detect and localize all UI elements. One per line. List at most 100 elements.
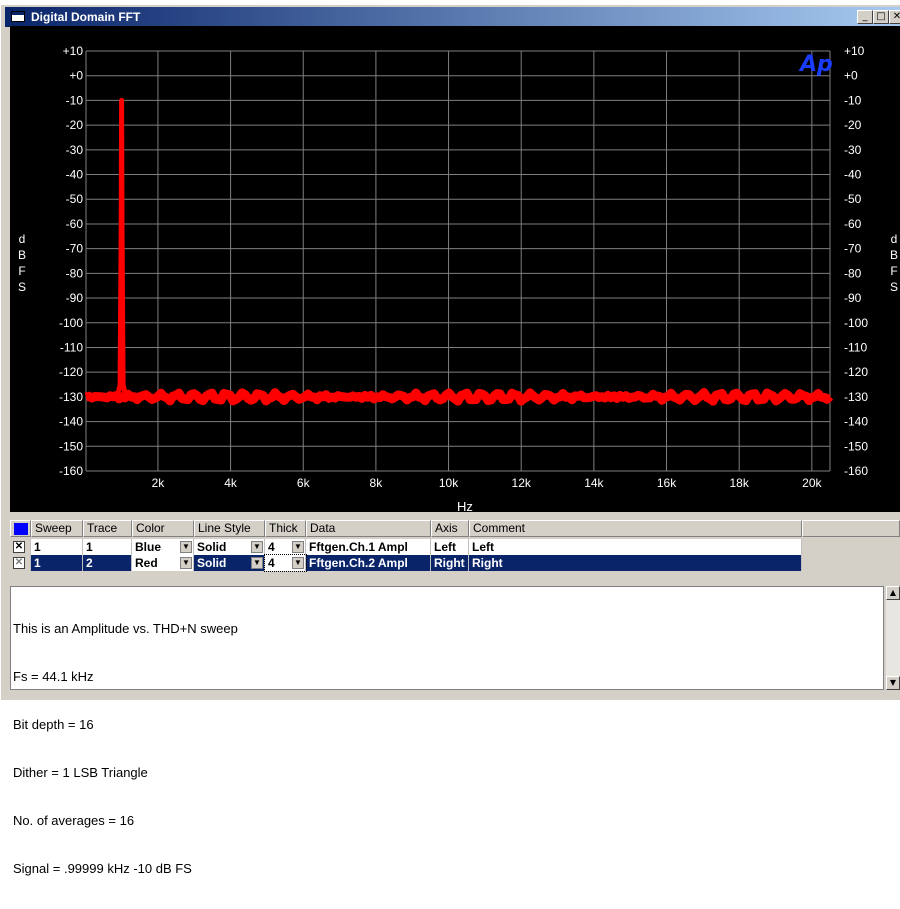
header-data[interactable]: Data <box>306 520 431 537</box>
row-1-trace[interactable]: 1 <box>83 539 132 555</box>
row-2-thick-value: 4 <box>268 556 275 570</box>
y-axis-label-left: d <box>19 232 26 246</box>
style-dropdown-icon[interactable]: ▼ <box>251 557 263 569</box>
y-tick-label-right: -140 <box>844 415 868 429</box>
row-1-checkbox[interactable]: ✕ <box>13 541 25 553</box>
close-button[interactable]: ✕ <box>889 10 900 24</box>
y-tick-label-right: -160 <box>844 464 868 478</box>
row-2-comment[interactable]: Right <box>469 555 802 571</box>
y-tick-label-right: -20 <box>844 118 862 132</box>
color-dropdown-icon[interactable]: ▼ <box>180 557 192 569</box>
y-tick-label-left: -60 <box>66 217 84 231</box>
row-2-enable[interactable]: ✕ <box>10 555 31 571</box>
y-tick-label-right: -70 <box>844 242 862 256</box>
row-1-color-value: Blue <box>135 540 162 554</box>
row-2-trace[interactable]: 2 <box>83 555 132 571</box>
y-tick-label-right: -60 <box>844 217 862 231</box>
color-dropdown-icon[interactable]: ▼ <box>180 541 192 553</box>
select-all-swatch <box>14 523 28 535</box>
row-1-axis[interactable]: Left <box>431 539 469 555</box>
comment-line: Dither = 1 LSB Triangle <box>13 765 148 780</box>
x-tick-label: 6k <box>297 476 311 490</box>
header-comment[interactable]: Comment <box>469 520 802 537</box>
y-tick-label-left: -20 <box>66 118 84 132</box>
y-tick-label-left: -70 <box>66 242 84 256</box>
y-tick-label-left: -140 <box>59 415 83 429</box>
y-axis-label-right: B <box>890 248 898 262</box>
x-tick-label: 8k <box>370 476 384 490</box>
y-axis-label-left: F <box>18 264 25 278</box>
comment-scrollbar[interactable]: ▲ ▼ <box>886 586 900 690</box>
row-1-enable[interactable]: ✕ <box>10 539 31 555</box>
header-select-all[interactable] <box>10 520 31 537</box>
comment-line: Signal = .99999 kHz -10 dB FS <box>13 861 192 876</box>
y-tick-label-left: -10 <box>66 93 84 107</box>
title-bar[interactable]: Digital Domain FFT _ □ ✕ <box>5 7 900 27</box>
comment-line: This is an Amplitude vs. THD+N sweep <box>13 621 238 636</box>
y-tick-label-left: -160 <box>59 464 83 478</box>
row-2-style[interactable]: Solid ▼ <box>194 555 265 571</box>
window-title: Digital Domain FFT <box>31 10 141 24</box>
row-2-sweep[interactable]: 1 <box>31 555 83 571</box>
header-trace[interactable]: Trace <box>83 520 132 537</box>
y-tick-label-left: -80 <box>66 266 84 280</box>
y-axis-label-right: d <box>891 232 898 246</box>
row-2-style-value: Solid <box>197 556 227 570</box>
y-tick-label-left: -130 <box>59 390 83 404</box>
x-tick-label: 20k <box>802 476 822 490</box>
row-1-style[interactable]: Solid ▼ <box>194 539 265 555</box>
header-axis[interactable]: Axis <box>431 520 469 537</box>
legend-row-2[interactable]: ✕ 1 2 Red ▼ Solid ▼ 4 ▼ Fftgen.Ch.2 Ampl Ri… <box>10 554 802 572</box>
comment-box[interactable]: This is an Amplitude vs. THD+N sweep Fs … <box>10 586 884 876</box>
comment-line: No. of averages = 16 <box>13 813 135 828</box>
header-line-style[interactable]: Line Style <box>194 520 265 537</box>
legend-row-1[interactable]: ✕ 1 1 Blue ▼ Solid ▼ 4 ▼ Fftgen.Ch.1 Ampl L… <box>10 539 802 555</box>
row-2-thick[interactable]: 4 ▼ <box>264 554 307 572</box>
row-2-color[interactable]: Red ▼ <box>132 555 194 571</box>
x-axis-label: Hz <box>457 499 473 512</box>
maximize-button[interactable]: □ <box>873 10 889 24</box>
row-2-data[interactable]: Fftgen.Ch.2 Ampl <box>306 555 431 571</box>
thick-dropdown-icon[interactable]: ▼ <box>292 541 304 553</box>
window-icon <box>11 11 25 22</box>
scroll-down-arrow-icon[interactable]: ▼ <box>886 676 900 690</box>
y-tick-label-right: -120 <box>844 365 868 379</box>
fft-plot: +10 +10 +0 +0 -10 -10 -20 -20 -30 -30 -40 -40 -50 -50… <box>18 44 898 512</box>
y-tick-label-right: -100 <box>844 316 868 330</box>
y-tick-label-left: +10 <box>63 44 84 58</box>
legend-header: Sweep Trace Color Line Style Thick Data … <box>10 520 900 538</box>
header-thick[interactable]: Thick <box>265 520 306 537</box>
row-1-thick[interactable]: 4 ▼ <box>265 539 306 555</box>
y-axis-label-right: S <box>890 280 898 294</box>
y-tick-label-left: -90 <box>66 291 84 305</box>
comment-text: This is an Amplitude vs. THD+N sweep Fs … <box>13 589 238 909</box>
y-axis-label-left: B <box>18 248 26 262</box>
row-1-sweep[interactable]: 1 <box>31 539 83 555</box>
header-sweep[interactable]: Sweep <box>31 520 83 537</box>
y-tick-label-left: -110 <box>60 340 83 354</box>
row-1-style-value: Solid <box>197 540 227 554</box>
trace-legend-table: Sweep Trace Color Line Style Thick Data … <box>10 518 900 580</box>
y-tick-label-right: -90 <box>844 291 862 305</box>
row-2-color-value: Red <box>135 556 158 570</box>
y-tick-label-right: -50 <box>844 192 862 206</box>
row-1-data[interactable]: Fftgen.Ch.1 Ampl <box>306 539 431 555</box>
row-2-axis[interactable]: Right <box>431 555 469 571</box>
comment-line: Bit depth = 16 <box>13 717 94 732</box>
header-color[interactable]: Color <box>132 520 194 537</box>
y-tick-label-right: -80 <box>844 266 862 280</box>
thick-dropdown-icon[interactable]: ▼ <box>292 557 304 569</box>
fft-graph[interactable]: +10 +10 +0 +0 -10 -10 -20 -20 -30 -30 -40 -40 -50 -50… <box>10 26 900 512</box>
comment-line: Fs = 44.1 kHz <box>13 669 94 684</box>
y-tick-label-left: +0 <box>69 69 83 83</box>
y-tick-label-right: -30 <box>844 143 862 157</box>
row-1-color[interactable]: Blue ▼ <box>132 539 194 555</box>
y-tick-label-left: -100 <box>59 316 83 330</box>
row-2-checkbox[interactable]: ✕ <box>13 557 25 569</box>
scroll-up-arrow-icon[interactable]: ▲ <box>886 586 900 600</box>
style-dropdown-icon[interactable]: ▼ <box>251 541 263 553</box>
minimize-button[interactable]: _ <box>857 10 873 24</box>
x-tick-label: 10k <box>439 476 459 490</box>
row-1-comment[interactable]: Left <box>469 539 802 555</box>
y-axis-label-left: S <box>18 280 26 294</box>
